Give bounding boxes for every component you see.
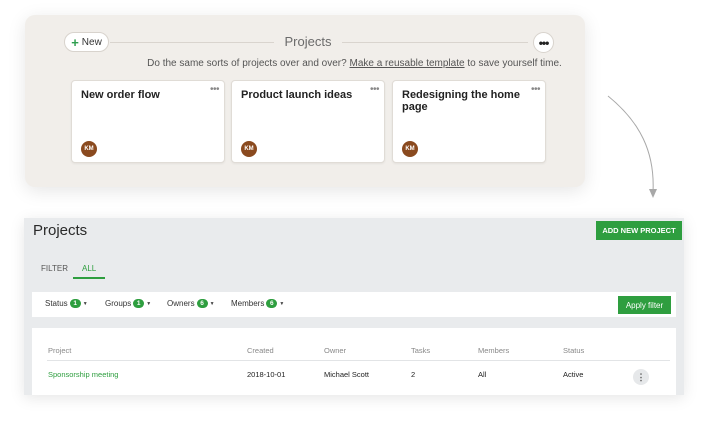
card-more-icon[interactable]: ••• bbox=[370, 84, 380, 95]
header-divider-right bbox=[342, 42, 528, 43]
make-template-link[interactable]: Make a reusable template bbox=[349, 58, 464, 69]
avatar: KM bbox=[81, 141, 97, 157]
new-template-button[interactable]: + New bbox=[64, 32, 109, 52]
members-filter-dropdown[interactable]: Members 6 ▼ bbox=[231, 299, 284, 308]
status-filter-dropdown[interactable]: Status 1 ▼ bbox=[45, 299, 88, 308]
filter-count-badge: 1 bbox=[69, 299, 81, 308]
members-value: All bbox=[478, 370, 487, 379]
templates-subtitle: Do the same sorts of projects over and o… bbox=[0, 58, 709, 69]
filter-count-badge: 6 bbox=[266, 299, 278, 308]
caret-down-icon: ▼ bbox=[146, 300, 152, 307]
owners-filter-dropdown[interactable]: Owners 6 ▼ bbox=[167, 299, 215, 308]
filter-label: Members bbox=[231, 299, 265, 308]
card-more-icon[interactable]: ••• bbox=[531, 84, 541, 95]
column-header-created[interactable]: Created bbox=[247, 346, 274, 355]
avatar: KM bbox=[241, 141, 257, 157]
active-tab-indicator bbox=[73, 277, 105, 279]
caret-down-icon: ▼ bbox=[82, 300, 88, 307]
card-more-icon[interactable]: ••• bbox=[210, 84, 220, 95]
column-header-status[interactable]: Status bbox=[563, 346, 584, 355]
filter-label: Groups bbox=[105, 299, 132, 308]
created-date: 2018-10-01 bbox=[247, 370, 286, 379]
caret-down-icon: ▼ bbox=[279, 300, 285, 307]
subtitle-text-after: to save yourself time. bbox=[464, 58, 562, 69]
avatar: KM bbox=[402, 141, 418, 157]
plus-icon: + bbox=[71, 34, 79, 50]
tab-all[interactable]: ALL bbox=[82, 264, 96, 273]
subtitle-text-before: Do the same sorts of projects over and o… bbox=[147, 58, 350, 69]
tab-filter[interactable]: FILTER bbox=[41, 264, 68, 273]
task-count: 2 bbox=[411, 370, 416, 379]
ellipsis-icon: ••• bbox=[538, 35, 550, 50]
caret-down-icon: ▼ bbox=[209, 300, 215, 307]
filter-bar: Status 1 ▼ Groups 1 ▼ Owners 6 ▼ Members… bbox=[32, 292, 676, 317]
template-card[interactable]: Product launch ideas ••• KM bbox=[231, 80, 385, 163]
card-title: Product launch ideas bbox=[241, 89, 353, 101]
column-header-owner[interactable]: Owner bbox=[324, 346, 346, 355]
apply-filter-button[interactable]: Apply filter bbox=[618, 296, 671, 314]
column-header-tasks[interactable]: Tasks bbox=[411, 346, 430, 355]
template-card[interactable]: Redesigning the home page ••• KM bbox=[392, 80, 546, 163]
template-card[interactable]: New order flow ••• KM bbox=[71, 80, 225, 163]
row-menu-button[interactable]: ⋮ bbox=[633, 369, 649, 385]
project-name-link[interactable]: Sponsorship meeting bbox=[48, 370, 118, 379]
status-value: Active bbox=[563, 370, 584, 379]
projects-panel: Projects ADD NEW PROJECT FILTER ALL Stat… bbox=[24, 218, 684, 395]
header-divider-left bbox=[110, 42, 274, 43]
templates-title: Projects bbox=[284, 34, 332, 49]
owner-name: Michael Scott bbox=[324, 370, 370, 379]
table-header-divider bbox=[47, 360, 670, 361]
curved-arrow-icon bbox=[607, 95, 657, 198]
groups-filter-dropdown[interactable]: Groups 1 ▼ bbox=[105, 299, 151, 308]
filter-count-badge: 1 bbox=[133, 299, 145, 308]
column-header-members[interactable]: Members bbox=[478, 346, 509, 355]
filter-label: Status bbox=[45, 299, 68, 308]
new-button-label: New bbox=[81, 36, 102, 48]
card-title: New order flow bbox=[81, 89, 160, 101]
page-title: Projects bbox=[33, 222, 88, 239]
filter-label: Owners bbox=[167, 299, 195, 308]
more-options-button[interactable]: ••• bbox=[533, 32, 554, 53]
add-new-project-button[interactable]: ADD NEW PROJECT bbox=[596, 221, 682, 240]
card-title: Redesigning the home page bbox=[402, 89, 520, 113]
vertical-ellipsis-icon: ⋮ bbox=[636, 371, 646, 382]
filter-count-badge: 6 bbox=[196, 299, 208, 308]
column-header-project[interactable]: Project bbox=[48, 346, 71, 355]
projects-table: Project Created Owner Tasks Members Stat… bbox=[32, 328, 676, 395]
